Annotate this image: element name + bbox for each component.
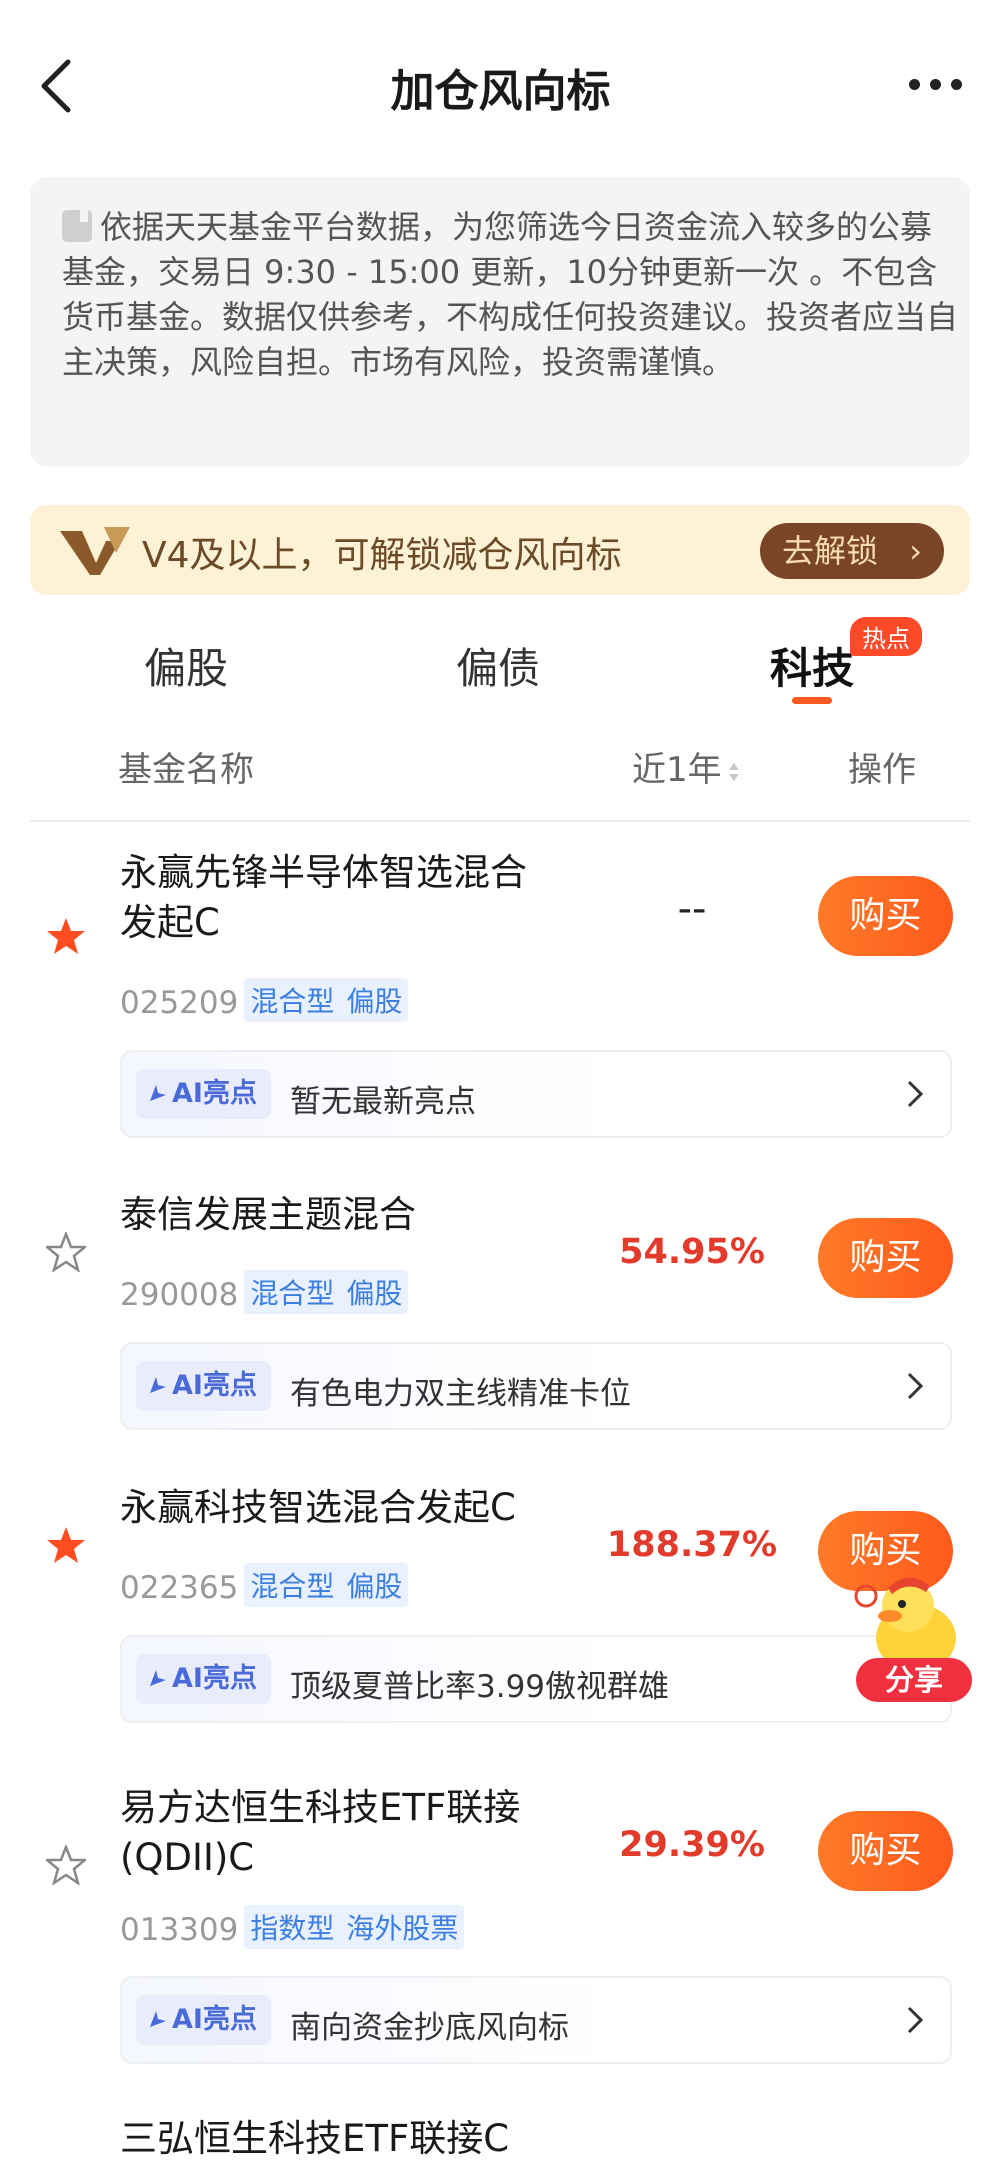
column-action: 操作 [848,750,916,790]
notice-panel: 依据天天基金平台数据，为您筛选今日资金流入较多的公募基金，交易日 9:30 - … [30,177,970,467]
ai-highlight-text: 南向资金抄底风向标 [290,2010,569,2046]
sort-icon [728,762,739,781]
ai-highlight-text: 顶级夏普比率3.99傲视群雄 [290,1669,670,1705]
star-outline-icon[interactable] [46,1845,86,1885]
sparkle-icon [150,1377,166,1393]
tab-technology[interactable]: 科技 [770,635,854,696]
unlock-button[interactable]: 去解锁 › [760,523,944,579]
ai-badge: AI亮点 [136,1995,271,2045]
ai-highlight-bar[interactable]: AI亮点 有色电力双主线精准卡位 [120,1342,952,1430]
ai-highlight-bar[interactable]: AI亮点 南向资金抄底风向标 [120,1976,952,2064]
chevron-right-icon [907,2006,924,2034]
fund-code: 013309 指数型 海外股票 [120,1905,465,1949]
fund-style-tag: 海外股票 [346,1912,459,1945]
notice-text: 依据天天基金平台数据，为您筛选今日资金流入较多的公募基金，交易日 9:30 - … [62,208,959,381]
unlock-banner: V4及以上，可解锁减仓风向标 去解锁 › [30,505,970,595]
fund-name: 易方达恒生科技ETF联接 (QDII)C [120,1786,521,1879]
fund-name: 泰信发展主题混合 [120,1193,416,1236]
sparkle-icon [150,1085,166,1101]
chevron-right-icon [907,1372,924,1400]
tab-bond-biased[interactable]: 偏债 [456,635,540,696]
fund-type-tag: 混合型 [250,1570,335,1603]
ai-badge: AI亮点 [136,1654,271,1704]
fund-style-tag: 偏股 [346,985,403,1018]
star-outline-icon[interactable] [46,1232,86,1272]
fund-code: 022365 混合型 偏股 [120,1563,409,1607]
fund-type-tag: 混合型 [250,985,335,1018]
tab-stock-biased[interactable]: 偏股 [144,635,228,696]
vip-v-logo-icon [60,527,130,575]
divider [30,820,970,822]
fund-code: 290008 混合型 偏股 [120,1270,409,1314]
fund-return: 29.39% [619,1825,765,1865]
star-filled-icon[interactable] [46,916,86,956]
ai-highlight-text: 有色电力双主线精准卡位 [290,1376,631,1412]
ai-highlight-bar[interactable]: AI亮点 顶级夏普比率3.99傲视群雄 [120,1635,952,1723]
column-fund-name: 基金名称 [118,750,254,790]
fund-code: 025209 混合型 偏股 [120,978,409,1022]
sparkle-icon [150,1670,166,1686]
fund-return: 188.37% [606,1525,778,1565]
fund-name: 永赢先锋半导体智选混合 发起C [120,851,527,944]
fund-style-tag: 偏股 [346,1277,403,1310]
chevron-right-icon: › [909,532,922,570]
fund-type-tag: 混合型 [250,1277,335,1310]
banner-text: V4及以上，可解锁减仓风向标 [142,535,622,576]
fund-style-tag: 偏股 [346,1570,403,1603]
sparkle-icon [150,2011,166,2027]
active-tab-indicator [792,697,832,704]
fund-type-tag: 指数型 [250,1912,335,1945]
page-title: 加仓风向标 [390,66,611,117]
hot-badge: 热点 [850,617,922,656]
star-filled-icon[interactable] [46,1525,86,1565]
share-button[interactable]: 分享 [856,1658,972,1702]
more-options-icon[interactable] [909,72,965,96]
fund-name: 永赢科技智选混合发起C [120,1486,516,1529]
chevron-right-icon [907,1080,924,1108]
document-icon [62,210,92,242]
column-return-1y[interactable]: 近1年 [632,742,740,791]
fund-name-partial: 三弘恒生科技ETF联接C [120,2117,510,2160]
buy-button[interactable]: 购买 [818,1218,953,1298]
fund-return: -- [677,886,707,932]
ai-highlight-text: 暂无最新亮点 [290,1084,476,1120]
ai-highlight-bar[interactable]: AI亮点 暂无最新亮点 [120,1050,952,1138]
fund-return: 54.95% [619,1232,765,1272]
ai-badge: AI亮点 [136,1361,271,1411]
buy-button[interactable]: 购买 [818,1811,953,1891]
buy-button[interactable]: 购买 [818,876,953,956]
ai-badge: AI亮点 [136,1069,271,1119]
